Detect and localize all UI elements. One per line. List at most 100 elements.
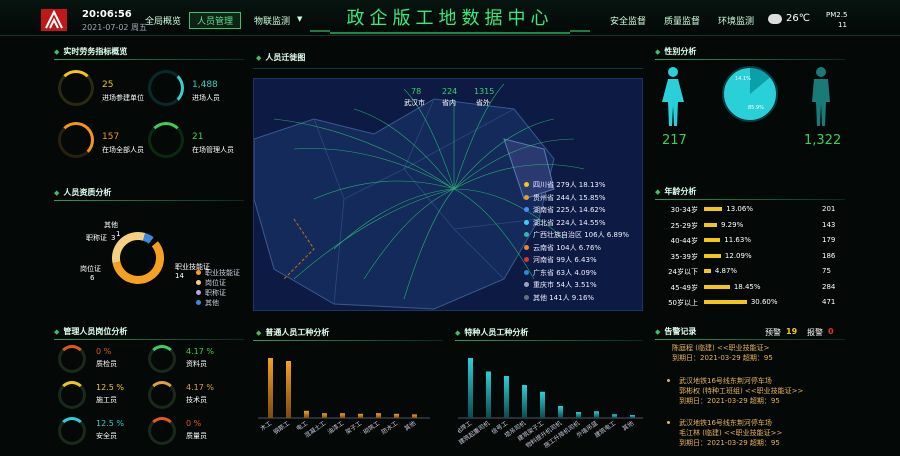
alarm-count: 0 bbox=[828, 327, 834, 336]
divider bbox=[655, 199, 845, 200]
ring-gauge bbox=[148, 122, 184, 158]
legend-item: 职业技能证 bbox=[196, 268, 240, 278]
qual-count: 3 bbox=[111, 234, 116, 242]
alert-line: 到期日：2021-03-29 超期：95 bbox=[679, 439, 780, 447]
alert-line: 陈庭程 (临建) <<职业技能证> bbox=[672, 344, 770, 352]
panel-title-labor: 实时劳务指标概览 bbox=[54, 46, 127, 57]
panel-title-migration: 人员迁徙图 bbox=[256, 52, 305, 63]
panel-title-gender: 性别分析 bbox=[655, 46, 696, 57]
alert-line: 到期日：2021-03-29 超期：95 bbox=[672, 354, 773, 362]
legend-item: 湖南省 225人 14.62% bbox=[524, 204, 629, 217]
nav-quality[interactable]: 质量监督 bbox=[664, 14, 700, 27]
migration-map[interactable]: 78 武汉市 224 省内 1315 省外 四川省 279人 18.13% 贵州省… bbox=[253, 78, 643, 311]
alert-line: 武汉地铁16号线东荆河停车场 bbox=[679, 419, 772, 427]
legend-text: 河南省 99人 6.43% bbox=[533, 256, 597, 264]
stat-label: 在场管理人员 bbox=[192, 146, 234, 154]
qual-count: 6 bbox=[90, 274, 95, 282]
divider bbox=[655, 339, 845, 340]
qual-label-text: 职称证 bbox=[86, 234, 107, 242]
legend-dot-icon bbox=[524, 232, 529, 237]
bar bbox=[468, 358, 473, 418]
mgr-pct: 4.17 % bbox=[186, 347, 214, 356]
legend-text: 岗位证 bbox=[205, 279, 226, 287]
gender-pie bbox=[722, 66, 778, 122]
legend-text: 湖北省 224人 14.55% bbox=[533, 218, 606, 227]
age-pct: 30.60% bbox=[750, 298, 778, 306]
ring-gauge bbox=[148, 417, 176, 445]
clock-date: 2021-07-02 周五 bbox=[82, 23, 148, 32]
legend-item: 湖北省 224人 14.55% bbox=[524, 217, 629, 230]
age-pct: 13.06% bbox=[726, 205, 753, 213]
mgr-label: 施工员 bbox=[96, 396, 117, 404]
warn-label: 预警 bbox=[765, 328, 781, 337]
legend-text: 职称证 bbox=[205, 289, 226, 297]
ring-gauge bbox=[58, 122, 94, 158]
nav-overview[interactable]: 全局概览 bbox=[145, 14, 181, 27]
legend-item: 其他 bbox=[196, 298, 240, 308]
divider bbox=[54, 200, 244, 201]
alert-item[interactable]: 武汉地铁16号线东荆河停车场毛江林 (临建) <<职业技能证>> 到期日：2021… bbox=[679, 418, 782, 448]
age-count: 471 bbox=[822, 298, 836, 306]
bar bbox=[304, 410, 309, 418]
legend-item: 重庆市 54人 3.51% bbox=[524, 279, 629, 292]
qual-label-text: 其他 bbox=[104, 221, 118, 229]
female-icon bbox=[662, 67, 684, 126]
nav-environment[interactable]: 环境监测 bbox=[718, 14, 754, 27]
bar bbox=[612, 414, 617, 418]
legend-text: 广东省 63人 4.09% bbox=[533, 268, 597, 277]
legend-text: 其他 141人 9.16% bbox=[533, 293, 595, 302]
alert-line: 毛江林 (临建) <<职业技能证>> bbox=[679, 429, 783, 437]
legend-dot-icon bbox=[196, 300, 201, 305]
bar bbox=[522, 385, 527, 418]
divider bbox=[253, 68, 643, 69]
legend-item: 四川省 279人 18.13% bbox=[524, 179, 629, 192]
title-deco-left bbox=[310, 30, 330, 32]
age-pct: 11.63% bbox=[724, 236, 751, 244]
age-bar bbox=[704, 269, 711, 273]
age-label: 30-34岁 bbox=[670, 206, 698, 214]
nav-safety[interactable]: 安全监督 bbox=[610, 14, 646, 27]
female-count: 217 bbox=[662, 133, 687, 148]
alert-item[interactable]: 武汉地铁16号线东荆河停车场 郭彬权 (特种工班组) <<职业技能证>> 到期日：2… bbox=[679, 376, 803, 406]
alert-line: 郭彬权 (特种工班组) <<职业技能证>> bbox=[679, 387, 804, 395]
dashboard-title: 政企版工地数据中心 bbox=[330, 4, 570, 34]
age-pct: 18.45% bbox=[733, 282, 761, 291]
divider bbox=[253, 340, 443, 341]
mgr-label: 质量员 bbox=[186, 432, 207, 440]
alarm-label: 报警 bbox=[807, 328, 823, 337]
ring-gauge bbox=[58, 381, 86, 409]
age-count: 186 bbox=[822, 251, 836, 260]
age-pct: 4.87% bbox=[714, 267, 738, 275]
female-pct: 14.1% bbox=[735, 76, 751, 82]
male-count: 1,322 bbox=[804, 133, 842, 148]
tick-label: 架子工 bbox=[344, 419, 363, 436]
pm25-value: 11 bbox=[838, 21, 847, 29]
top-header: 20:06:56 2021-07-02 周五 全局概览 人员管理 物联监测 ▼ … bbox=[0, 0, 900, 36]
legend-text: 四川省 279人 18.13% bbox=[533, 181, 606, 189]
nav-iot-caret-icon: ▼ bbox=[297, 15, 303, 23]
alert-item[interactable]: 陈庭程 (临建) <<职业技能证> 到期日：2021-03-29 超期：95 bbox=[672, 343, 773, 363]
migrate-value: 224 bbox=[442, 87, 458, 96]
special-work-chart: 电焊工建筑起重司机 信号工塔吊司机建筑架子工物料提升机司机施工升降机司机外墙吊篮建… bbox=[458, 358, 643, 450]
temperature: 26℃ bbox=[786, 13, 810, 24]
male-pct: 85.9% bbox=[748, 105, 764, 111]
bar bbox=[540, 391, 545, 418]
legend-dot-icon bbox=[196, 280, 201, 285]
nav-personnel[interactable]: 人员管理 bbox=[189, 12, 242, 29]
mgr-pct: 4.17 % bbox=[186, 383, 214, 392]
age-label: 45-49岁 bbox=[670, 283, 698, 292]
legend-dot-icon bbox=[524, 207, 529, 212]
age-label: 25-29岁 bbox=[670, 221, 698, 230]
mgr-label: 技术员 bbox=[186, 396, 207, 404]
legend-item: 广西壮族自治区 106人 6.89% bbox=[524, 229, 629, 242]
panel-title-common-work: 普通人员工种分析 bbox=[256, 327, 329, 338]
legend-text: 广西壮族自治区 106人 6.89% bbox=[533, 231, 630, 239]
legend-dot-icon bbox=[524, 282, 529, 287]
legend-text: 湖南省 225人 14.62% bbox=[533, 206, 606, 214]
ring-gauge bbox=[58, 345, 86, 373]
divider bbox=[455, 340, 643, 341]
stat-value: 25 bbox=[102, 80, 114, 90]
nav-iot[interactable]: 物联监测 bbox=[254, 14, 290, 27]
panel-title-special-work: 特种人员工种分析 bbox=[455, 327, 528, 338]
stat-value: 21 bbox=[192, 132, 204, 142]
